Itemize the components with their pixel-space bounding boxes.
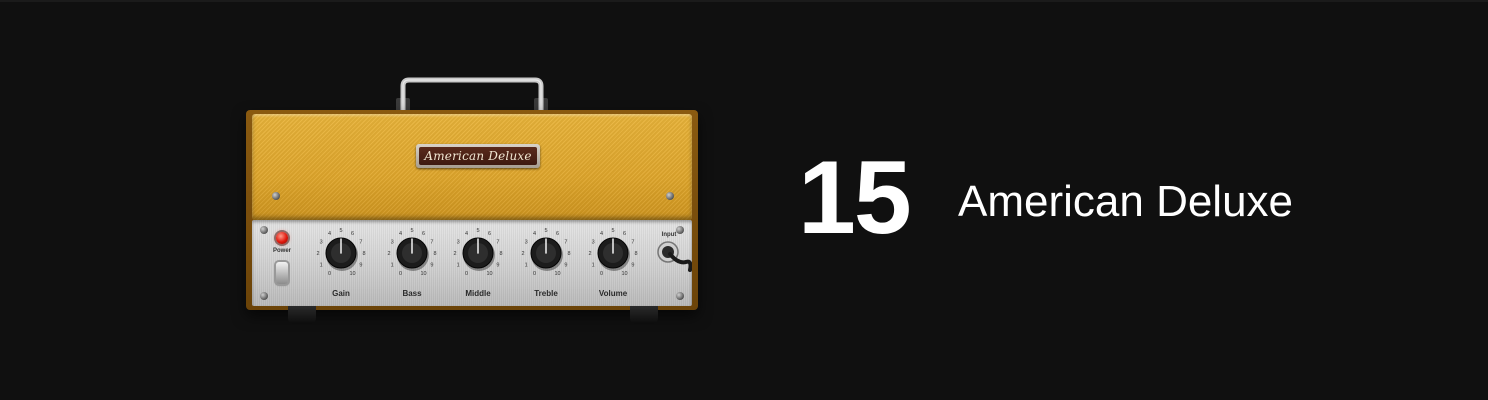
knob-dial-bass: 01234 5 6789 10 — [387, 228, 436, 277]
knob-scale-number: 6 — [556, 231, 559, 237]
knob-scale-number: 9 — [359, 263, 362, 269]
top-divider — [0, 0, 1488, 2]
knob-scale-number: 8 — [362, 251, 365, 257]
knob-scale-number: 2 — [387, 251, 390, 257]
knob-scale-number: 0 — [465, 271, 468, 277]
knob-volume-label: Volume — [598, 289, 628, 298]
knob-scale-number: 6 — [422, 231, 425, 237]
knob-scale-number: 2 — [588, 251, 591, 257]
knob-scale-number: 8 — [433, 251, 436, 257]
control-panel: Power 0 1 2 3 4 5 6 7 8 9 10 Gain 0 1 2 3 4 5 6 7 8 9 10 Bas… — [252, 220, 692, 306]
knob-scale-number: 4 — [600, 231, 603, 237]
knob-scale-number: 6 — [623, 231, 626, 237]
amp-foot-right — [630, 306, 658, 324]
knob-scale-number: 2 — [453, 251, 456, 257]
preset-number: 15 — [798, 140, 912, 256]
knob-scale-number: 10 — [420, 271, 426, 277]
knob-scale-number: 7 — [631, 240, 634, 246]
knob-scale-number: 4 — [328, 231, 331, 237]
knob-dial-middle: 01234 5 6789 10 — [453, 228, 502, 277]
amp-cabinet: American Deluxe Power 0 1 2 3 4 5 6 7 8 9 10 Gain … — [246, 110, 698, 310]
knob-scale-number: 10 — [554, 271, 560, 277]
knob-gain-label: Gain — [332, 289, 350, 298]
knob-scale-number: 9 — [631, 263, 634, 269]
knob-scale-number: 3 — [457, 240, 460, 246]
knob-scale-number: 2 — [521, 251, 524, 257]
knob-scale-number: 5 — [544, 228, 547, 234]
amp-head[interactable]: American Deluxe Power 0 1 2 3 4 5 6 7 8 9 10 Gain … — [246, 76, 698, 326]
knob-scale-number: 8 — [499, 251, 502, 257]
knob-scale-number: 0 — [600, 271, 603, 277]
knob-scale-number: 1 — [320, 263, 323, 269]
knob-scale-number: 8 — [567, 251, 570, 257]
input-label: Input — [661, 232, 677, 238]
amp-foot-left — [288, 306, 316, 324]
knob-scale-number: 8 — [634, 251, 637, 257]
knob-scale-number: 5 — [339, 228, 342, 234]
knob-scale-number: 5 — [410, 228, 413, 234]
knob-middle[interactable]: 0 1 2 3 4 5 6 7 8 9 10 Middle — [447, 226, 509, 302]
knob-scale-number: 9 — [564, 263, 567, 269]
screw-icon — [260, 226, 268, 234]
knob-dial-treble: 01234 5 6789 10 — [521, 228, 570, 277]
knob-scale-number: 0 — [533, 271, 536, 277]
knob-scale-number: 0 — [328, 271, 331, 277]
knob-dial-volume: 01234 5 6789 10 — [588, 228, 637, 277]
knob-scale-number: 7 — [496, 240, 499, 246]
knob-scale-number: 1 — [525, 263, 528, 269]
knob-scale-number: 3 — [525, 240, 528, 246]
knob-scale-number: 5 — [476, 228, 479, 234]
knob-scale-number: 1 — [457, 263, 460, 269]
knob-scale-number: 3 — [391, 240, 394, 246]
amp-tolex-front: American Deluxe — [252, 114, 692, 220]
knob-scale-number: 1 — [391, 263, 394, 269]
knob-scale-number: 1 — [592, 263, 595, 269]
amp-nameplate: American Deluxe — [416, 144, 540, 168]
knob-volume[interactable]: 0 1 2 3 4 5 6 7 8 9 10 Volume — [582, 226, 644, 302]
knob-scale-number: 9 — [430, 263, 433, 269]
screw-icon — [272, 192, 280, 200]
screw-icon — [676, 292, 684, 300]
knob-scale-number: 4 — [465, 231, 468, 237]
screw-icon — [260, 292, 268, 300]
knob-scale-number: 10 — [486, 271, 492, 277]
knob-bass-label: Bass — [402, 289, 422, 298]
knob-scale-number: 10 — [349, 271, 355, 277]
preset-name: American Deluxe — [958, 177, 1294, 226]
knob-scale-number: 4 — [533, 231, 536, 237]
knob-scale-number: 7 — [564, 240, 567, 246]
knob-scale-number: 9 — [496, 263, 499, 269]
knob-scale-number: 5 — [611, 228, 614, 234]
knob-treble[interactable]: 0 1 2 3 4 5 6 7 8 9 10 Treble — [515, 226, 577, 302]
power-led-icon — [276, 232, 288, 244]
knob-treble-label: Treble — [534, 289, 558, 298]
knob-scale-number: 2 — [316, 251, 319, 257]
knob-scale-number: 3 — [592, 240, 595, 246]
screw-icon — [666, 192, 674, 200]
knob-scale-number: 4 — [399, 231, 402, 237]
knob-scale-number: 7 — [430, 240, 433, 246]
knob-scale-number: 0 — [399, 271, 402, 277]
knob-scale-number: 3 — [320, 240, 323, 246]
amp-nameplate-text: American Deluxe — [419, 147, 537, 165]
knob-gain[interactable]: 0 1 2 3 4 5 6 7 8 9 10 Gain — [310, 226, 372, 302]
knob-scale-number: 6 — [351, 231, 354, 237]
knob-dial-gain: 01234 5 6789 10 — [316, 228, 365, 277]
knob-scale-number: 6 — [488, 231, 491, 237]
power-label: Power — [272, 248, 291, 254]
input-jack-icon[interactable] — [656, 240, 692, 280]
knob-bass[interactable]: 0 1 2 3 4 5 6 7 8 9 10 Bass — [381, 226, 443, 302]
knob-scale-number: 7 — [359, 240, 362, 246]
knob-middle-label: Middle — [465, 289, 491, 298]
power-switch[interactable] — [276, 262, 288, 284]
knob-scale-number: 10 — [621, 271, 627, 277]
